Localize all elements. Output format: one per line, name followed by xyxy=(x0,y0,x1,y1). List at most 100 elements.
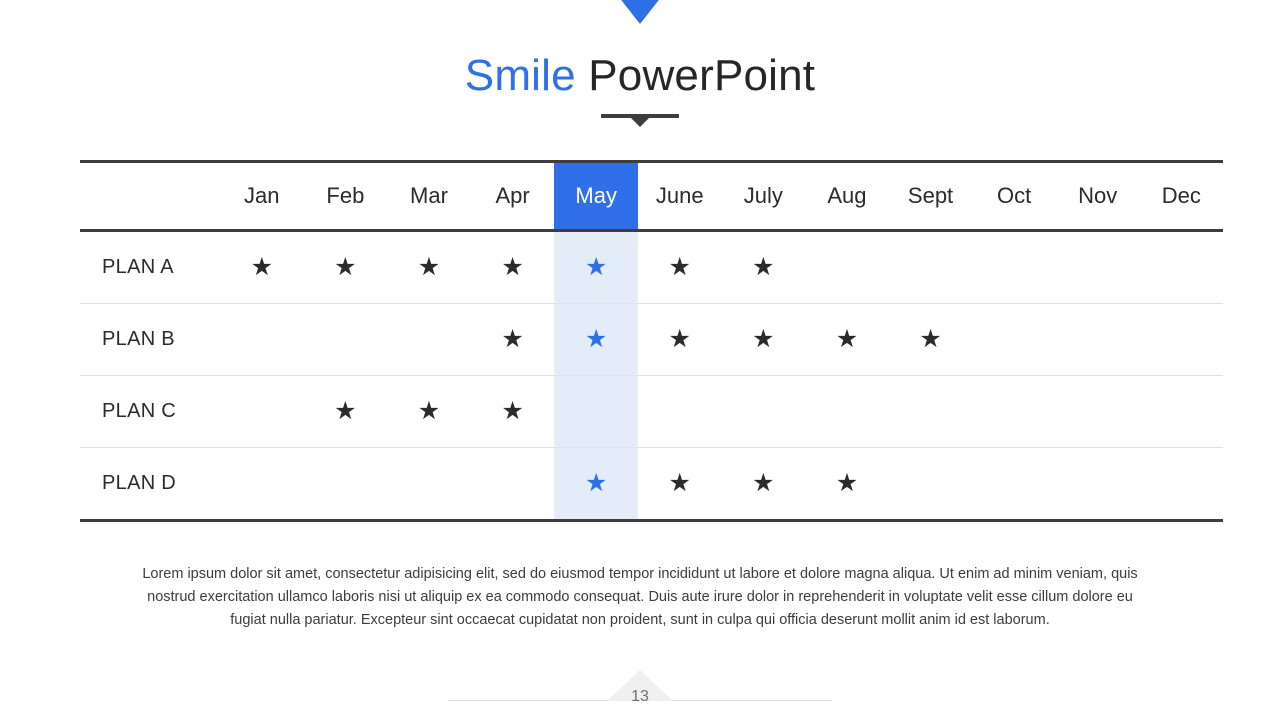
star-icon: ★ xyxy=(668,325,691,353)
cell-plan-b-feb[interactable]: ★ xyxy=(303,303,388,376)
star-icon: ★ xyxy=(668,253,691,281)
column-header-dec[interactable]: Dec xyxy=(1139,160,1224,232)
cell-plan-c-dec[interactable]: ★ xyxy=(1139,375,1224,448)
cell-plan-a-july[interactable]: ★ xyxy=(721,230,806,304)
star-icon: ★ xyxy=(501,253,524,281)
table-header-row: Jan Feb Mar Apr May June July Aug Sept Oct Nov Dec xyxy=(80,160,1224,232)
table-row: PLAN D★★★★★★★★★★★★ xyxy=(80,447,1224,522)
page-number: 13 xyxy=(631,688,649,705)
star-icon: ★ xyxy=(334,253,357,281)
cell-plan-b-sept[interactable]: ★ xyxy=(888,303,973,376)
cell-plan-a-dec[interactable]: ★ xyxy=(1139,230,1224,304)
cell-plan-c-jan[interactable]: ★ xyxy=(220,375,304,448)
body-paragraph: Lorem ipsum dolor sit amet, consectetur … xyxy=(142,566,1138,628)
cell-plan-d-oct[interactable]: ★ xyxy=(972,447,1056,522)
cell-plan-d-dec[interactable]: ★ xyxy=(1139,447,1224,522)
cell-plan-d-june[interactable]: ★ xyxy=(637,447,722,522)
column-header-jan[interactable]: Jan xyxy=(220,160,304,232)
cell-plan-d-sept[interactable]: ★ xyxy=(888,447,973,522)
cell-plan-a-jan[interactable]: ★ xyxy=(220,230,304,304)
title-rest-word: PowerPoint xyxy=(575,51,816,100)
title-caret-icon xyxy=(631,118,649,127)
cell-plan-c-sept[interactable]: ★ xyxy=(888,375,973,448)
cell-plan-d-aug[interactable]: ★ xyxy=(805,447,889,522)
cell-plan-a-may[interactable]: ★ xyxy=(554,230,638,304)
cell-plan-a-oct[interactable]: ★ xyxy=(972,230,1056,304)
page-title: Smile PowerPoint xyxy=(0,46,1280,106)
cell-plan-c-may[interactable]: ★ xyxy=(554,375,638,448)
star-icon: ★ xyxy=(501,325,524,353)
column-header-feb[interactable]: Feb xyxy=(303,160,388,232)
column-header-may[interactable]: May xyxy=(554,160,638,232)
plan-label-plan-b: PLAN B xyxy=(80,303,220,376)
plan-schedule-table: Jan Feb Mar Apr May June July Aug Sept Oct Nov Dec … xyxy=(80,160,1224,522)
star-icon: ★ xyxy=(919,325,942,353)
cell-plan-d-may[interactable]: ★ xyxy=(554,447,638,522)
cell-plan-b-aug[interactable]: ★ xyxy=(805,303,889,376)
star-icon: ★ xyxy=(584,469,608,497)
cell-plan-d-july[interactable]: ★ xyxy=(721,447,806,522)
cell-plan-c-apr[interactable]: ★ xyxy=(470,375,555,448)
column-header-oct[interactable]: Oct xyxy=(972,160,1056,232)
top-triangle-decoration xyxy=(604,0,676,24)
title-accent-word: Smile xyxy=(464,51,576,100)
column-header-june[interactable]: June xyxy=(637,160,722,232)
cell-plan-d-jan[interactable]: ★ xyxy=(220,447,304,522)
star-icon: ★ xyxy=(584,253,608,281)
cell-plan-b-dec[interactable]: ★ xyxy=(1139,303,1224,376)
column-header-mar[interactable]: Mar xyxy=(387,160,471,232)
star-icon: ★ xyxy=(835,469,859,497)
cell-plan-a-apr[interactable]: ★ xyxy=(470,230,555,304)
cell-plan-c-nov[interactable]: ★ xyxy=(1055,375,1140,448)
cell-plan-a-june[interactable]: ★ xyxy=(637,230,722,304)
star-icon: ★ xyxy=(501,397,524,425)
title-block: Smile PowerPoint xyxy=(0,46,1280,127)
star-icon: ★ xyxy=(334,397,357,425)
table-corner-cell xyxy=(80,160,220,232)
cell-plan-d-apr[interactable]: ★ xyxy=(470,447,555,522)
column-header-nov[interactable]: Nov xyxy=(1055,160,1140,232)
star-icon: ★ xyxy=(752,469,775,497)
star-icon: ★ xyxy=(835,325,859,353)
table-row: PLAN A★★★★★★★★★★★★ xyxy=(80,230,1224,304)
table-row: PLAN B★★★★★★★★★★★★ xyxy=(80,303,1224,376)
star-icon: ★ xyxy=(752,325,775,353)
star-icon: ★ xyxy=(417,397,441,425)
cell-plan-a-nov[interactable]: ★ xyxy=(1055,230,1140,304)
table-row: PLAN C★★★★★★★★★★★★ xyxy=(80,375,1224,448)
column-header-sept[interactable]: Sept xyxy=(888,160,973,232)
cell-plan-b-nov[interactable]: ★ xyxy=(1055,303,1140,376)
table-body: PLAN A★★★★★★★★★★★★PLAN B★★★★★★★★★★★★PLAN… xyxy=(80,230,1224,522)
cell-plan-a-mar[interactable]: ★ xyxy=(387,230,471,304)
slide-footer: 13 xyxy=(0,660,1280,720)
plan-label-plan-a: PLAN A xyxy=(80,230,220,304)
column-header-aug[interactable]: Aug xyxy=(805,160,889,232)
table-header: Jan Feb Mar Apr May June July Aug Sept Oct Nov Dec xyxy=(80,160,1224,232)
cell-plan-a-sept[interactable]: ★ xyxy=(888,230,973,304)
cell-plan-d-feb[interactable]: ★ xyxy=(303,447,388,522)
cell-plan-b-oct[interactable]: ★ xyxy=(972,303,1056,376)
cell-plan-a-aug[interactable]: ★ xyxy=(805,230,889,304)
column-header-apr[interactable]: Apr xyxy=(470,160,555,232)
star-icon: ★ xyxy=(668,469,691,497)
star-icon: ★ xyxy=(584,325,608,353)
cell-plan-c-mar[interactable]: ★ xyxy=(387,375,471,448)
cell-plan-b-mar[interactable]: ★ xyxy=(387,303,471,376)
column-header-july[interactable]: July xyxy=(721,160,806,232)
cell-plan-b-apr[interactable]: ★ xyxy=(470,303,555,376)
cell-plan-d-mar[interactable]: ★ xyxy=(387,447,471,522)
star-icon: ★ xyxy=(417,253,441,281)
cell-plan-c-oct[interactable]: ★ xyxy=(972,375,1056,448)
cell-plan-a-feb[interactable]: ★ xyxy=(303,230,388,304)
cell-plan-c-july[interactable]: ★ xyxy=(721,375,806,448)
cell-plan-d-nov[interactable]: ★ xyxy=(1055,447,1140,522)
cell-plan-c-aug[interactable]: ★ xyxy=(805,375,889,448)
cell-plan-b-jan[interactable]: ★ xyxy=(220,303,304,376)
cell-plan-b-july[interactable]: ★ xyxy=(721,303,806,376)
cell-plan-c-feb[interactable]: ★ xyxy=(303,375,388,448)
plan-label-plan-c: PLAN C xyxy=(80,375,220,448)
cell-plan-b-may[interactable]: ★ xyxy=(554,303,638,376)
cell-plan-b-june[interactable]: ★ xyxy=(637,303,722,376)
cell-plan-c-june[interactable]: ★ xyxy=(637,375,722,448)
plan-label-plan-d: PLAN D xyxy=(80,447,220,522)
